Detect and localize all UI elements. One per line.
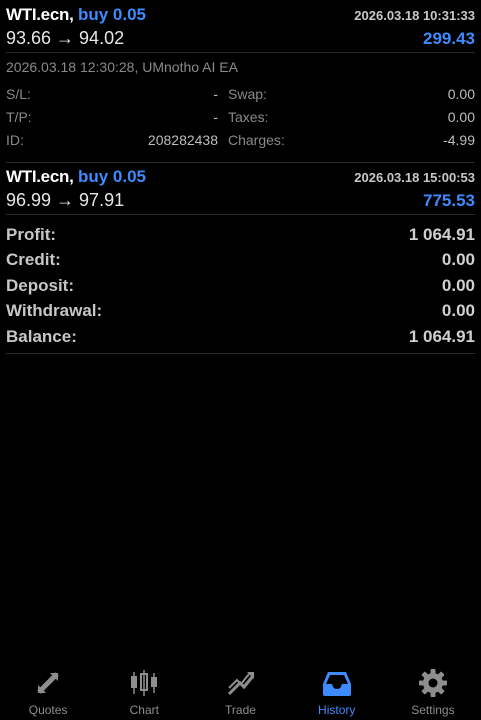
summary-row-profit: Profit: 1 064.91 bbox=[6, 222, 475, 248]
tab-label: Settings bbox=[411, 703, 455, 717]
id-label: ID: bbox=[6, 131, 24, 148]
trade-datetime: 2026.03.18 15:00:53 bbox=[354, 170, 475, 185]
summary-value: 0.00 bbox=[441, 275, 475, 295]
summary-row-balance: Balance: 1 064.91 bbox=[6, 324, 475, 350]
tab-label: Trade bbox=[225, 703, 256, 717]
tab-label: Chart bbox=[129, 703, 159, 717]
history-icon bbox=[322, 672, 351, 696]
trade-prices: 96.99 → 97.91 bbox=[6, 190, 125, 210]
trade-symbol: WTI.ecn, bbox=[6, 167, 74, 186]
divider bbox=[6, 162, 475, 163]
chart-icon bbox=[131, 670, 158, 696]
summary-label: Credit: bbox=[6, 250, 61, 270]
summary-row-credit: Credit: 0.00 bbox=[6, 248, 475, 274]
tab-bar: Quotes Chart Trade History Settings bbox=[0, 660, 481, 720]
trade-side: buy 0.05 bbox=[77, 5, 146, 24]
charges-label: Charges: bbox=[228, 131, 285, 148]
divider bbox=[6, 52, 475, 53]
account-summary: Profit: 1 064.91 Credit: 0.00 Deposit: 0.00… bbox=[6, 222, 475, 350]
tab-quotes[interactable]: Quotes bbox=[0, 660, 96, 720]
trade-profit: 299.43 bbox=[423, 29, 475, 48]
summary-value: 0.00 bbox=[441, 301, 475, 321]
tp-value: - bbox=[213, 108, 218, 125]
quotes-icon bbox=[37, 672, 59, 694]
trade-comment: 2026.03.18 12:30:28, UMnotho AI EA bbox=[6, 59, 238, 75]
trade-symbol: WTI.ecn, bbox=[6, 5, 74, 24]
summary-row-withdrawal: Withdrawal: 0.00 bbox=[6, 299, 475, 325]
divider bbox=[6, 353, 475, 354]
trade-datetime: 2026.03.18 10:31:33 bbox=[354, 8, 475, 23]
sl-value: - bbox=[213, 85, 218, 102]
sl-label: S/L: bbox=[6, 85, 31, 102]
tab-history[interactable]: History bbox=[289, 660, 385, 720]
trade-profit: 775.53 bbox=[423, 191, 475, 210]
settings-icon bbox=[418, 669, 447, 697]
summary-value: 1 064.91 bbox=[408, 224, 475, 244]
divider bbox=[6, 214, 475, 215]
swap-label: Swap: bbox=[228, 85, 267, 102]
id-value: 208282438 bbox=[147, 131, 218, 148]
taxes-label: Taxes: bbox=[228, 108, 269, 125]
summary-label: Deposit: bbox=[6, 275, 74, 295]
summary-label: Withdrawal: bbox=[6, 301, 103, 321]
trade-details: S/L: - Swap: 0.00 T/P: - Taxes: 0.00 ID:… bbox=[6, 82, 475, 151]
tab-label: History bbox=[318, 703, 356, 717]
charges-value: -4.99 bbox=[443, 131, 475, 148]
tab-trade[interactable]: Trade bbox=[192, 660, 288, 720]
tab-settings[interactable]: Settings bbox=[385, 660, 481, 720]
taxes-value: 0.00 bbox=[447, 108, 475, 125]
tp-label: T/P: bbox=[6, 108, 32, 125]
summary-label: Profit: bbox=[6, 224, 57, 244]
trade-icon bbox=[227, 672, 254, 696]
summary-value: 1 064.91 bbox=[408, 326, 475, 346]
trade-side: buy 0.05 bbox=[77, 167, 146, 186]
tab-chart[interactable]: Chart bbox=[96, 660, 192, 720]
swap-value: 0.00 bbox=[447, 85, 475, 102]
summary-value: 0.00 bbox=[441, 250, 475, 270]
summary-label: Balance: bbox=[6, 326, 77, 346]
summary-row-deposit: Deposit: 0.00 bbox=[6, 273, 475, 299]
tab-label: Quotes bbox=[28, 703, 68, 717]
trade-prices: 93.66 → 94.02 bbox=[6, 28, 125, 48]
